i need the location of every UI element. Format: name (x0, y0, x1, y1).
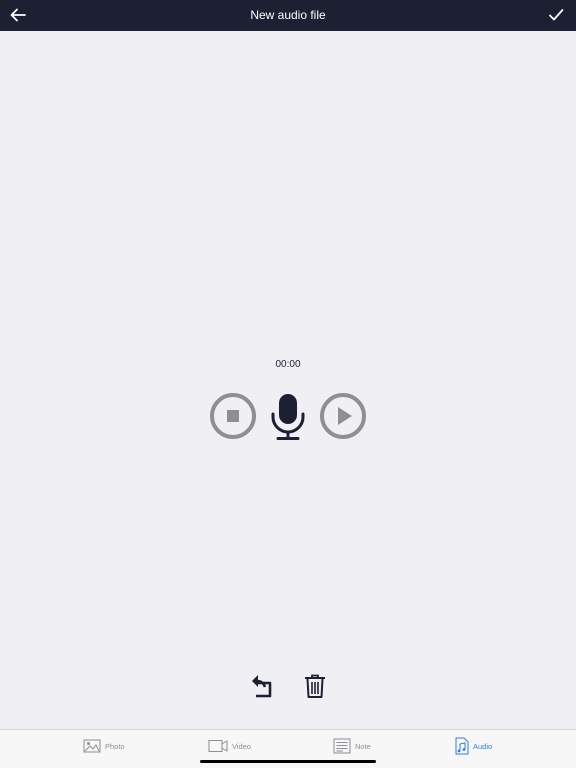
photo-icon (83, 739, 101, 753)
delete-button[interactable] (303, 673, 327, 704)
recorder-controls (0, 392, 576, 442)
trash-icon (305, 674, 325, 698)
tab-photo[interactable]: Photo (83, 736, 125, 756)
navigation-bar: New audio file (0, 0, 576, 31)
checkmark-icon (549, 9, 564, 21)
audio-recorder-screen: New audio file 00:00 Photo Video Note Au… (0, 0, 576, 768)
record-button[interactable] (268, 392, 308, 447)
audio-file-icon (455, 737, 469, 755)
home-indicator (200, 760, 376, 763)
edit-actions (0, 673, 576, 701)
stop-button[interactable] (209, 392, 257, 445)
note-icon (333, 738, 351, 754)
undo-button[interactable] (249, 673, 275, 704)
stop-circle-icon (210, 393, 256, 439)
tab-label-video: Video (232, 741, 252, 751)
video-icon (208, 740, 228, 752)
microphone-icon (271, 394, 305, 440)
play-button[interactable] (319, 392, 367, 445)
play-circle-icon (320, 393, 366, 439)
tab-label-photo: Photo (105, 741, 125, 751)
undo-icon (252, 675, 272, 698)
done-button[interactable] (544, 3, 568, 27)
page-title: New audio file (250, 8, 326, 22)
tab-label-note: Note (355, 741, 371, 751)
tab-audio[interactable]: Audio (455, 736, 492, 756)
tab-video[interactable]: Video (208, 736, 251, 756)
tab-label-audio: Audio (473, 741, 493, 751)
tab-note[interactable]: Note (333, 736, 371, 756)
elapsed-time: 00:00 (275, 359, 301, 370)
